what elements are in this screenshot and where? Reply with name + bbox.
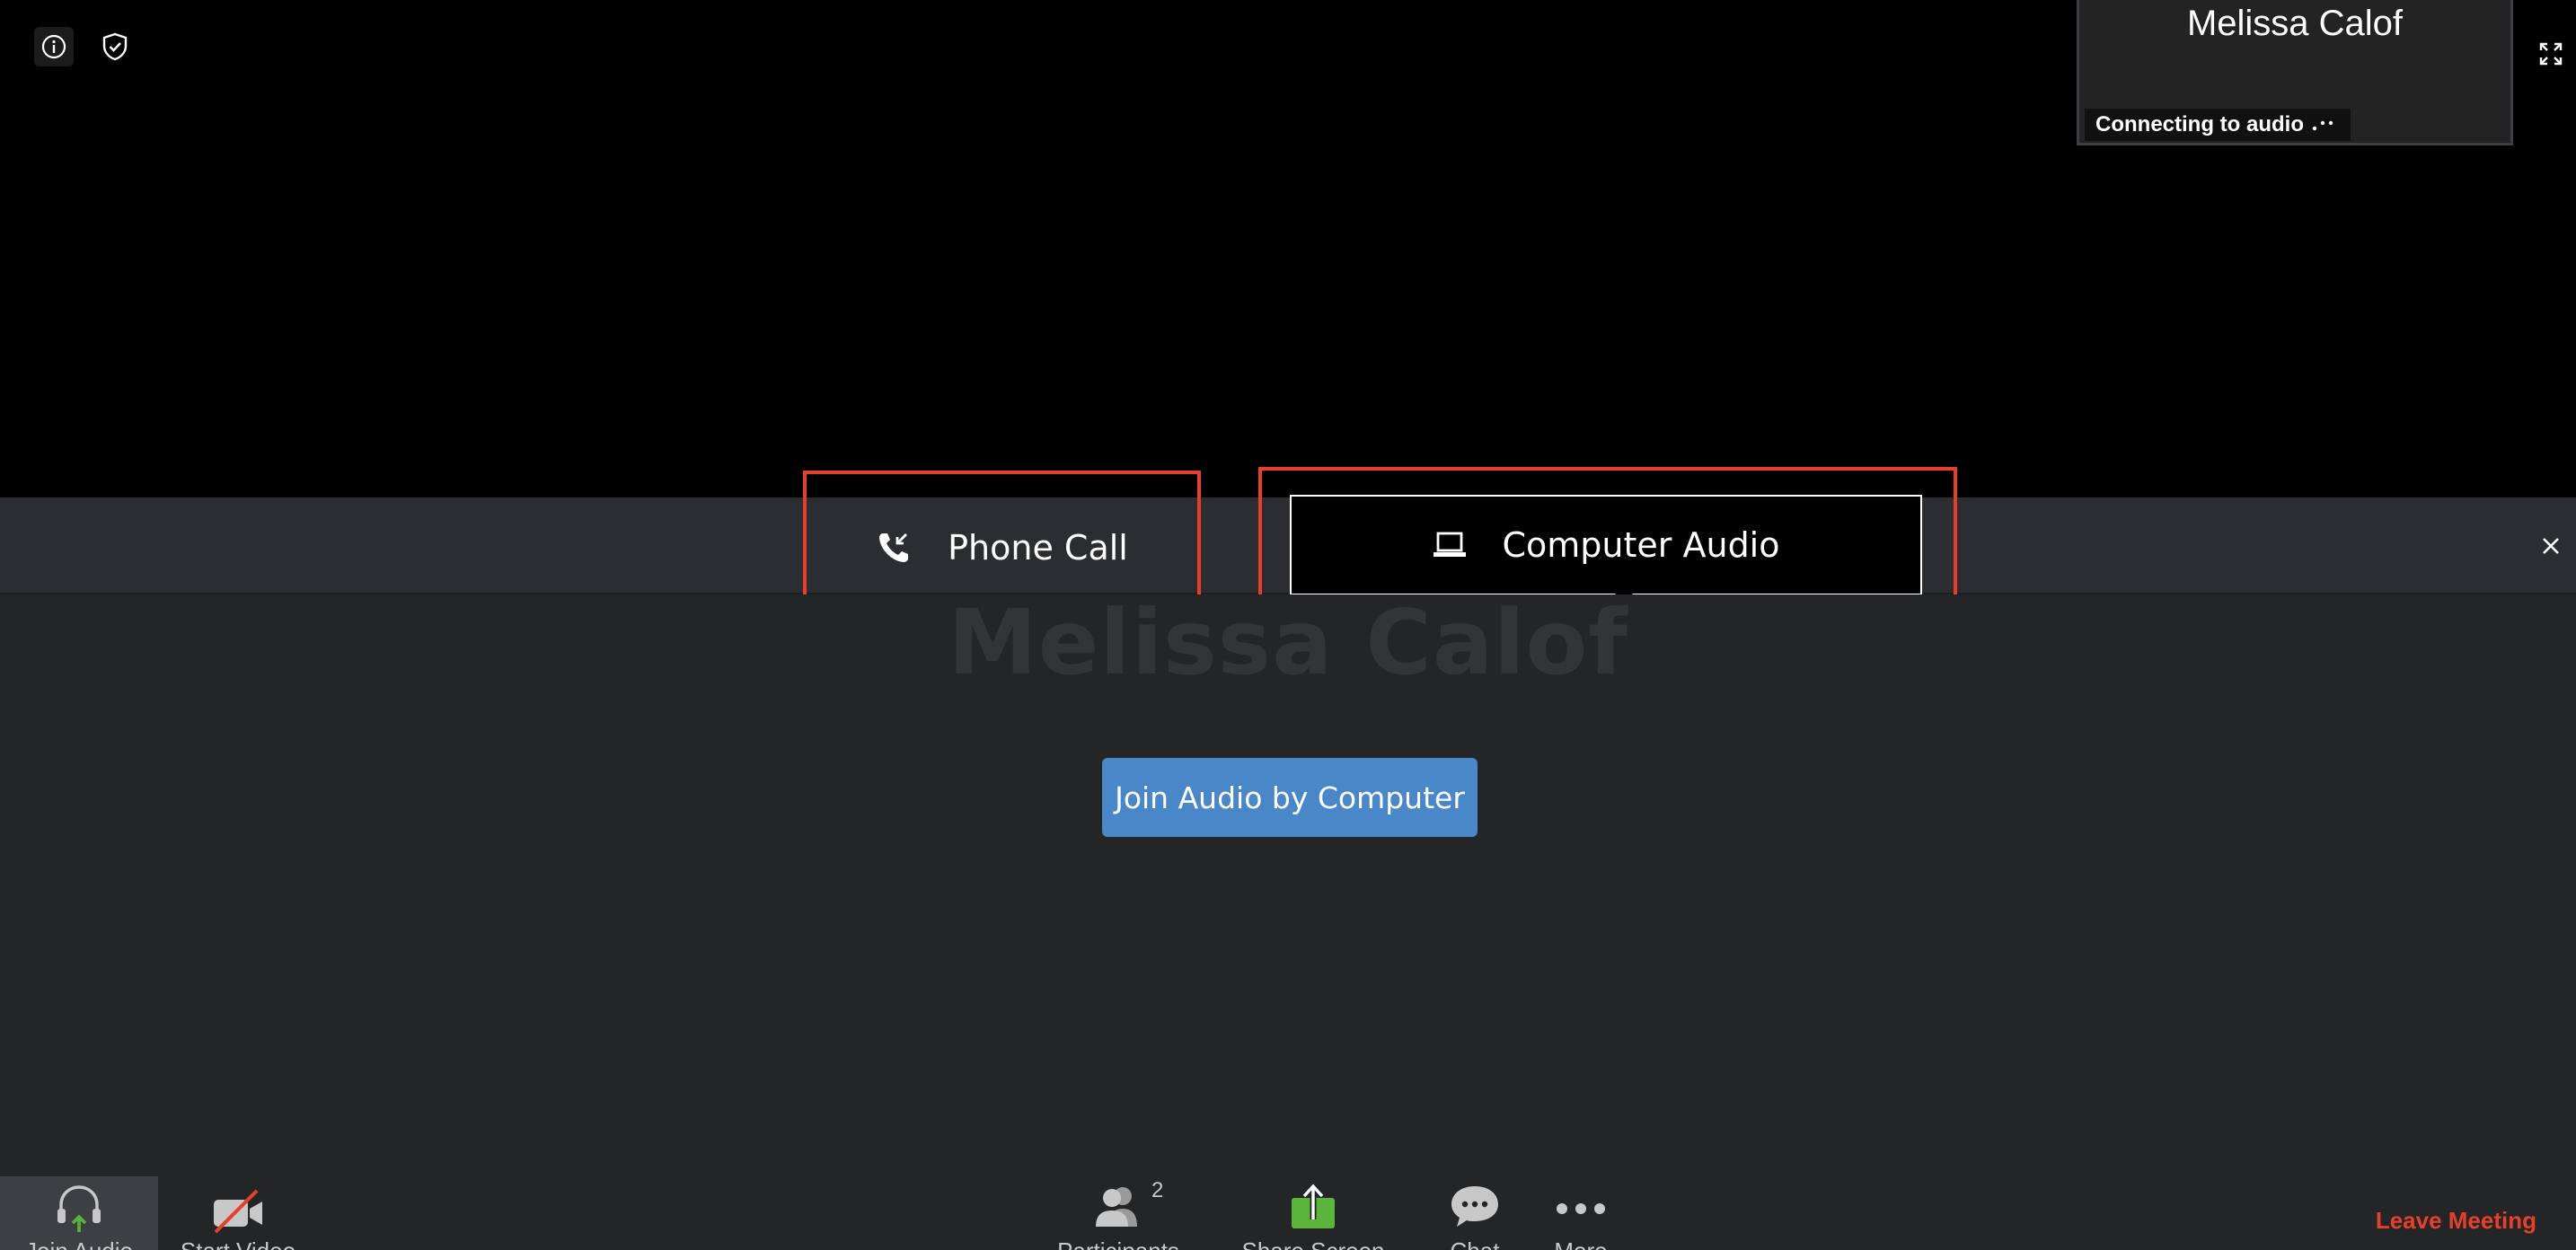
leave-meeting-button[interactable]: Leave Meeting: [2376, 1207, 2536, 1235]
share-screen-icon: [1292, 1182, 1335, 1228]
meeting-info-icon[interactable]: [34, 27, 74, 66]
close-icon[interactable]: [2536, 532, 2565, 560]
participants-label: Participants: [1051, 1237, 1186, 1250]
start-video-button[interactable]: Start Video: [171, 1176, 305, 1250]
video-off-icon: [214, 1189, 262, 1234]
phone-call-label: Phone Call: [948, 528, 1128, 568]
shield-icon[interactable]: [95, 27, 135, 66]
participant-name-background: Melissa Calof: [948, 590, 1628, 695]
video-area: Melissa Calof Connecting to audio: [0, 0, 2576, 497]
share-screen-label: Share Screen: [1239, 1237, 1387, 1250]
join-audio-button[interactable]: Join Audio: [0, 1176, 158, 1250]
tab-phone-call[interactable]: Phone Call: [807, 499, 1197, 596]
phone-icon: [879, 533, 909, 562]
chat-icon: [1451, 1186, 1498, 1227]
audio-panel: Melissa Calof Join Audio by Computer: [0, 590, 2576, 1176]
headphones-icon: [57, 1185, 101, 1232]
chat-button[interactable]: Chat: [1437, 1176, 1513, 1250]
audio-status-badge: Connecting to audio: [2085, 109, 2351, 141]
more-icon: [1557, 1203, 1605, 1214]
tab-computer-audio[interactable]: Computer Audio: [1290, 495, 1922, 595]
join-audio-by-computer-button[interactable]: Join Audio by Computer: [1102, 758, 1478, 837]
participants-icon: [1096, 1187, 1137, 1227]
participants-count: 2: [1151, 1178, 1164, 1202]
participant-thumbnail[interactable]: Melissa Calof Connecting to audio: [2077, 0, 2513, 145]
laptop-icon: [1433, 532, 1466, 557]
meeting-toolbar: Join Audio Start Video 2 Participants Sh…: [0, 1176, 2576, 1250]
more-button[interactable]: More: [1545, 1176, 1617, 1250]
audio-status-text: Connecting to audio: [2095, 112, 2304, 136]
computer-audio-label: Computer Audio: [1502, 525, 1780, 565]
start-video-label: Start Video: [171, 1237, 305, 1250]
loading-dots-icon: [2312, 120, 2333, 131]
chat-label: Chat: [1437, 1237, 1513, 1250]
participants-button[interactable]: 2 Participants: [1051, 1176, 1186, 1250]
thumbnail-name: Melissa Calof: [2186, 4, 2404, 43]
share-screen-button[interactable]: Share Screen: [1239, 1176, 1387, 1250]
fullscreen-icon[interactable]: [2536, 40, 2565, 68]
join-audio-label: Join Audio: [0, 1237, 158, 1250]
more-label: More: [1545, 1237, 1617, 1250]
